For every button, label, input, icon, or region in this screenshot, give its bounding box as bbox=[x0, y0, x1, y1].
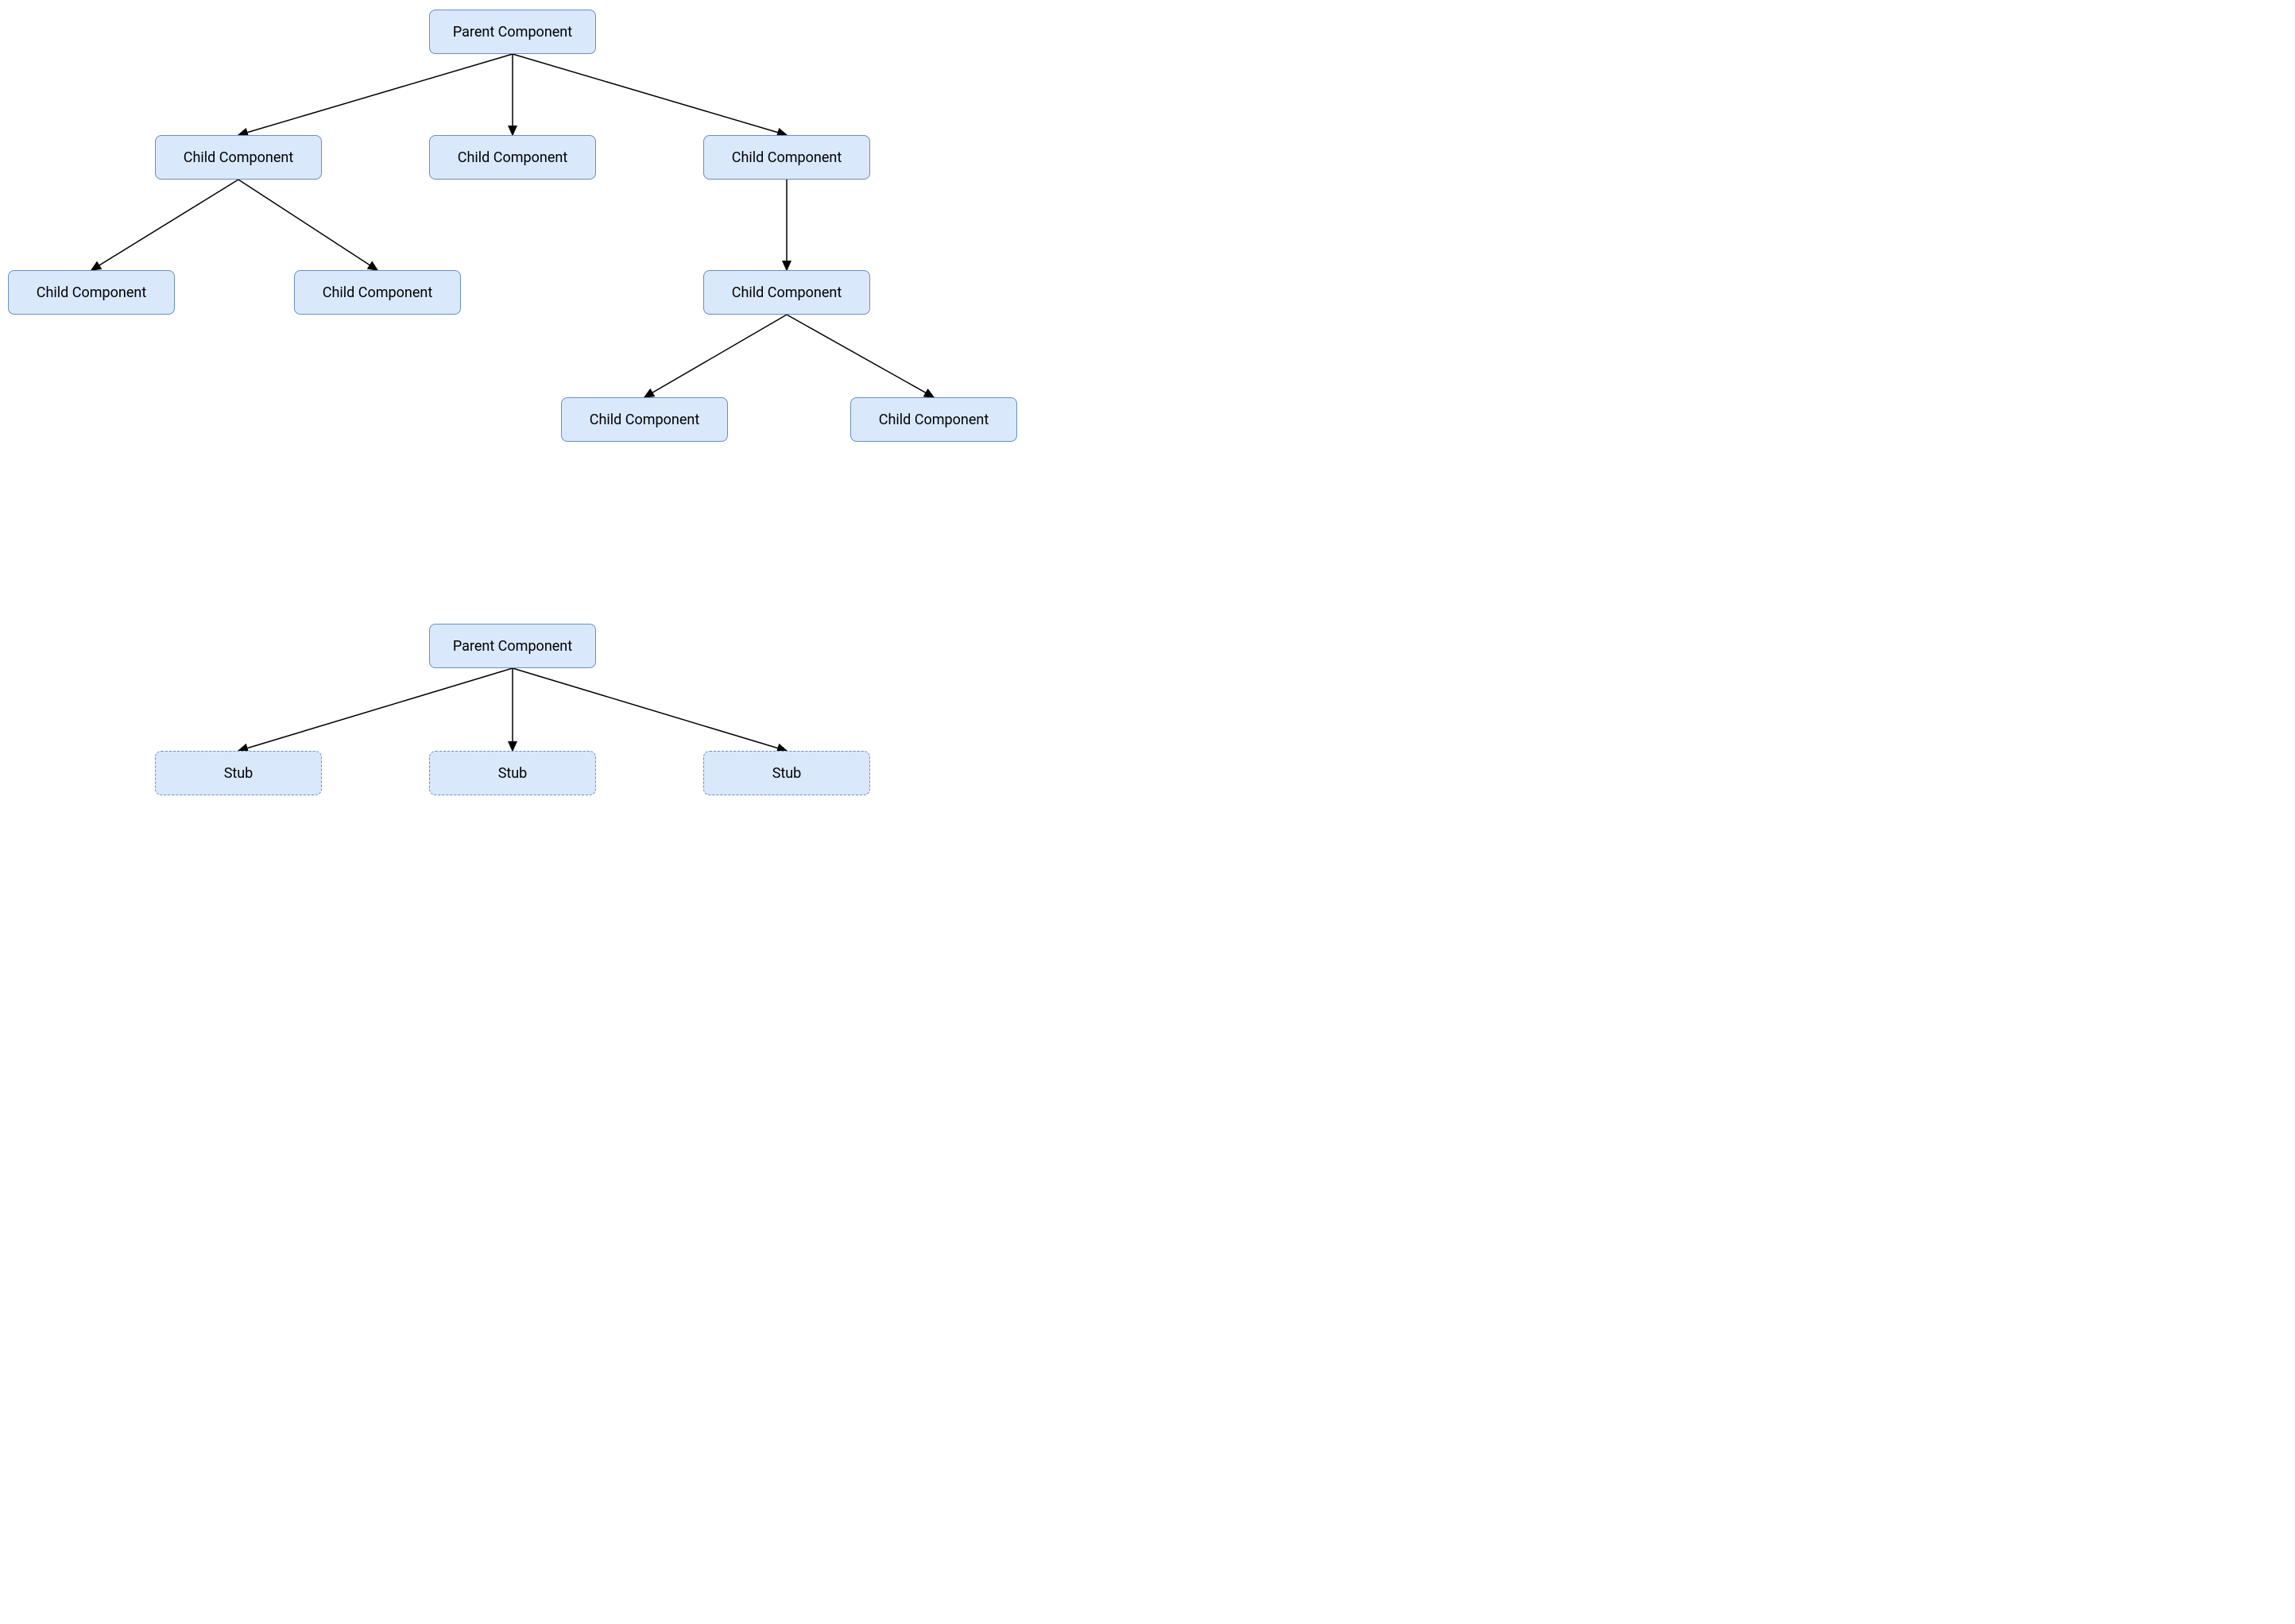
node-t2-s1: Stub bbox=[429, 751, 596, 795]
node-t1-r3-0: Child Component bbox=[561, 397, 728, 442]
node-t1-r1-0: Child Component bbox=[155, 135, 322, 180]
node-t1-r2-2: Child Component bbox=[703, 270, 870, 315]
edge-t2-root-to-t2-s2 bbox=[513, 668, 787, 751]
node-t2-root: Parent Component bbox=[429, 624, 596, 668]
node-t1-r1-2: Child Component bbox=[703, 135, 870, 180]
node-t1-root: Parent Component bbox=[429, 10, 596, 54]
edge-t2-root-to-t2-s0 bbox=[238, 668, 513, 751]
node-t2-s2: Stub bbox=[703, 751, 870, 795]
edge-t1-r1-0-to-t1-r2-0 bbox=[91, 180, 238, 270]
node-t2-s0: Stub bbox=[155, 751, 322, 795]
edge-t1-root-to-t1-r1-0 bbox=[238, 54, 513, 135]
node-t1-r3-1: Child Component bbox=[850, 397, 1017, 442]
edge-t1-r2-2-to-t1-r3-1 bbox=[787, 315, 934, 397]
edge-t1-root-to-t1-r1-2 bbox=[513, 54, 787, 135]
edge-t1-r1-0-to-t1-r2-1 bbox=[238, 180, 377, 270]
node-t1-r2-0: Child Component bbox=[8, 270, 175, 315]
node-t1-r1-1: Child Component bbox=[429, 135, 596, 180]
edge-t1-r2-2-to-t1-r3-0 bbox=[644, 315, 787, 397]
node-t1-r2-1: Child Component bbox=[294, 270, 461, 315]
